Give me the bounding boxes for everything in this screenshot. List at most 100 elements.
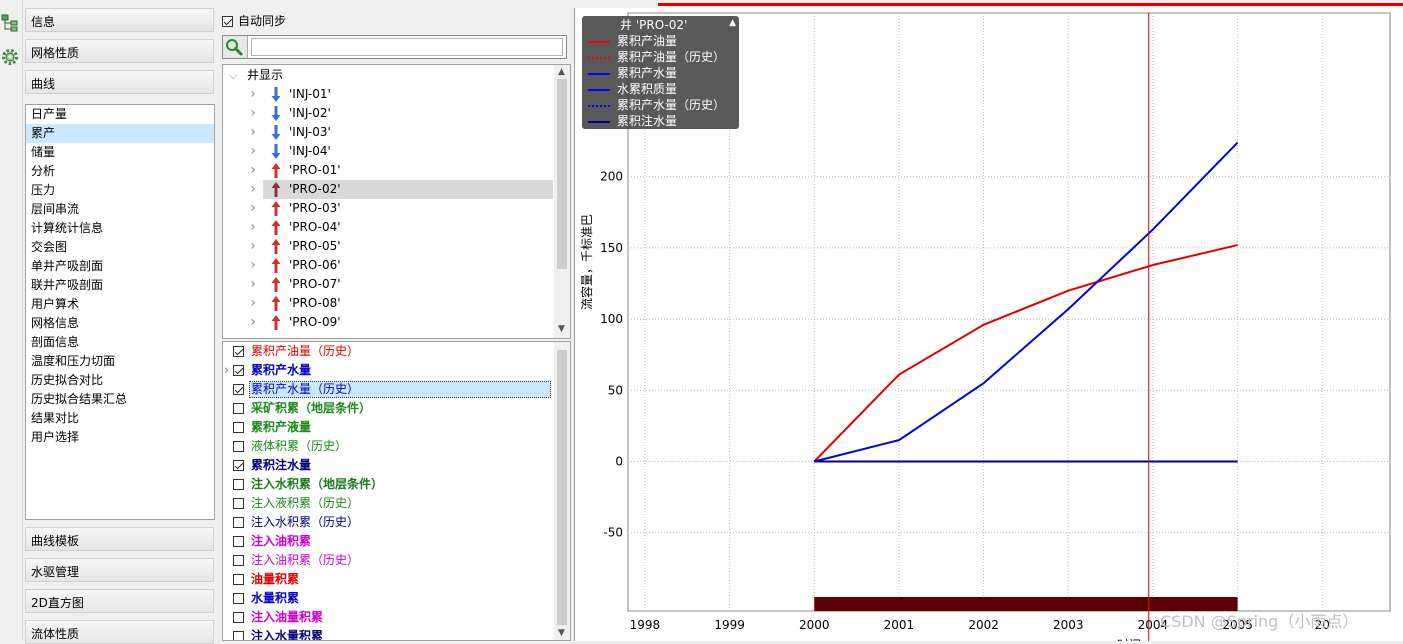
section-header[interactable]: 网格性质 <box>25 39 214 63</box>
section-header[interactable]: 流体性质 <box>25 620 214 644</box>
property-row[interactable]: › 累积产水量 <box>223 361 553 380</box>
curve-list-item[interactable]: 分析 <box>26 162 214 181</box>
property-checkbox[interactable] <box>233 555 244 566</box>
curve-list-item[interactable]: 网格信息 <box>26 314 214 333</box>
curve-list-item[interactable]: 剖面信息 <box>26 333 214 352</box>
curve-list-item[interactable]: 用户算术 <box>26 295 214 314</box>
section-header[interactable]: 2D直方图 <box>25 589 214 613</box>
chevron-right-icon[interactable]: › <box>249 275 257 294</box>
well-row[interactable]: › 'PRO-02' <box>223 180 553 199</box>
property-row[interactable]: 注入水量积累 <box>223 627 553 640</box>
chevron-right-icon[interactable]: › <box>249 294 257 313</box>
property-checkbox[interactable] <box>233 441 244 452</box>
curve-list-item[interactable]: 储量 <box>26 143 214 162</box>
curve-list-item[interactable]: 温度和压力切面 <box>26 352 214 371</box>
property-checkbox[interactable] <box>233 460 244 471</box>
gear-icon[interactable] <box>1 48 19 66</box>
property-row[interactable]: 液体积累（历史） <box>223 437 553 456</box>
curve-list-item[interactable]: 用户选择 <box>26 428 214 447</box>
property-row[interactable]: 累积注水量 <box>223 456 553 475</box>
auto-sync-checkbox[interactable] <box>222 16 233 27</box>
curve-list-item[interactable]: 历史拟合对比 <box>26 371 214 390</box>
chevron-right-icon[interactable]: › <box>249 104 257 123</box>
section-header[interactable]: 曲线模板 <box>25 527 214 551</box>
property-checkbox[interactable] <box>233 346 244 357</box>
section-header[interactable]: 水驱管理 <box>25 558 214 582</box>
chevron-right-icon[interactable]: › <box>249 218 257 237</box>
section-header[interactable]: 曲线 <box>25 70 214 94</box>
curve-list-item[interactable]: 结果对比 <box>26 409 214 428</box>
well-row[interactable]: › 'PRO-01' <box>223 161 553 180</box>
tree-view-icon[interactable] <box>1 14 19 32</box>
chevron-right-icon[interactable]: › <box>224 361 229 380</box>
search-input[interactable] <box>251 38 563 56</box>
property-checkbox[interactable] <box>233 384 244 395</box>
curve-list-item[interactable]: 历史拟合结果汇总 <box>26 390 214 409</box>
chevron-right-icon[interactable]: › <box>249 237 257 256</box>
chevron-right-icon[interactable]: › <box>249 199 257 218</box>
property-row[interactable]: 水量积累 <box>223 589 553 608</box>
curve-list-item[interactable]: 日产量 <box>26 105 214 124</box>
well-row[interactable]: › 'PRO-07' <box>223 275 553 294</box>
chart-legend[interactable]: 井 'PRO-02' ▲ 累积产油量 累积产油量（历史） 累积产水量 水累积质量 累积产… <box>582 16 739 129</box>
tree-scroll-thumb[interactable] <box>557 79 567 269</box>
curve-list-item[interactable]: 计算统计信息 <box>26 219 214 238</box>
scroll-up-icon[interactable]: ▲ <box>558 67 565 77</box>
property-row[interactable]: 注入油积累（历史） <box>223 551 553 570</box>
chevron-right-icon[interactable]: › <box>249 123 257 142</box>
curve-list-item[interactable]: 交会图 <box>26 238 214 257</box>
property-row[interactable]: 注入油量积累 <box>223 608 553 627</box>
property-row[interactable]: 累积产水量（历史） <box>223 380 553 399</box>
chevron-right-icon[interactable]: › <box>249 256 257 275</box>
well-row[interactable]: › 'PRO-05' <box>223 237 553 256</box>
well-row[interactable]: › 'PRO-06' <box>223 256 553 275</box>
scroll-down-icon[interactable]: ▼ <box>558 324 565 334</box>
property-checkbox[interactable] <box>233 479 244 490</box>
chart-area[interactable]: 1998 1999 2000 2001 2002 2003 2004 2005 20 -50 0 50… <box>574 8 1403 644</box>
curve-list-item[interactable]: 单井产吸剖面 <box>26 257 214 276</box>
property-checkbox[interactable] <box>233 498 244 509</box>
chevron-right-icon[interactable]: › <box>249 313 257 332</box>
property-row[interactable]: 注入油积累 <box>223 532 553 551</box>
curve-list-item[interactable]: 累产 <box>26 124 214 143</box>
well-row[interactable]: › 'INJ-01' <box>223 85 553 104</box>
property-row[interactable]: 累积产油量（历史） <box>223 342 553 361</box>
well-row[interactable]: › 'INJ-03' <box>223 123 553 142</box>
well-row[interactable]: › 'PRO-04' <box>223 218 553 237</box>
tree-root-row[interactable]: ⌵ 井显示 <box>223 66 553 85</box>
chevron-right-icon[interactable]: › <box>249 161 257 180</box>
time-range-bar[interactable] <box>814 597 1238 611</box>
legend-collapse-icon[interactable]: ▲ <box>729 18 736 28</box>
property-row[interactable]: 注入液积累（历史） <box>223 494 553 513</box>
property-checkbox[interactable] <box>233 593 244 604</box>
property-checkbox[interactable] <box>233 536 244 547</box>
property-checkbox[interactable] <box>233 631 244 640</box>
well-row[interactable]: › 'PRO-09' <box>223 313 553 332</box>
property-row[interactable]: 注入水积累（地层条件） <box>223 475 553 494</box>
curve-list-item[interactable]: 压力 <box>26 181 214 200</box>
chevron-right-icon[interactable]: › <box>249 85 257 104</box>
curve-list-item[interactable]: 层间串流 <box>26 200 214 219</box>
tree-scrollbar[interactable]: ▲ ▼ <box>554 65 570 338</box>
property-row[interactable]: 油量积累 <box>223 570 553 589</box>
chevron-right-icon[interactable]: › <box>249 180 257 199</box>
property-scrollbar[interactable]: ▼ <box>554 342 570 640</box>
property-checkbox[interactable] <box>233 365 244 376</box>
well-row[interactable]: › 'PRO-03' <box>223 199 553 218</box>
scroll-down-icon[interactable]: ▼ <box>558 628 565 638</box>
property-checkbox[interactable] <box>233 574 244 585</box>
curve-list-item[interactable]: 联井产吸剖面 <box>26 276 214 295</box>
well-row[interactable]: › 'PRO-08' <box>223 294 553 313</box>
property-checkbox[interactable] <box>233 422 244 433</box>
chevron-right-icon[interactable]: › <box>249 142 257 161</box>
property-checkbox[interactable] <box>233 612 244 623</box>
chevron-down-icon[interactable]: ⌵ <box>229 66 237 85</box>
property-checkbox[interactable] <box>233 517 244 528</box>
property-row[interactable]: 采矿积累（地层条件） <box>223 399 553 418</box>
section-header[interactable]: 信息 <box>25 8 214 32</box>
auto-sync-row[interactable]: 自动同步 <box>222 12 286 30</box>
search-button[interactable] <box>223 36 248 58</box>
well-row[interactable]: › 'INJ-04' <box>223 142 553 161</box>
property-row[interactable]: 注入水积累（历史） <box>223 513 553 532</box>
property-scroll-thumb[interactable] <box>557 350 567 625</box>
